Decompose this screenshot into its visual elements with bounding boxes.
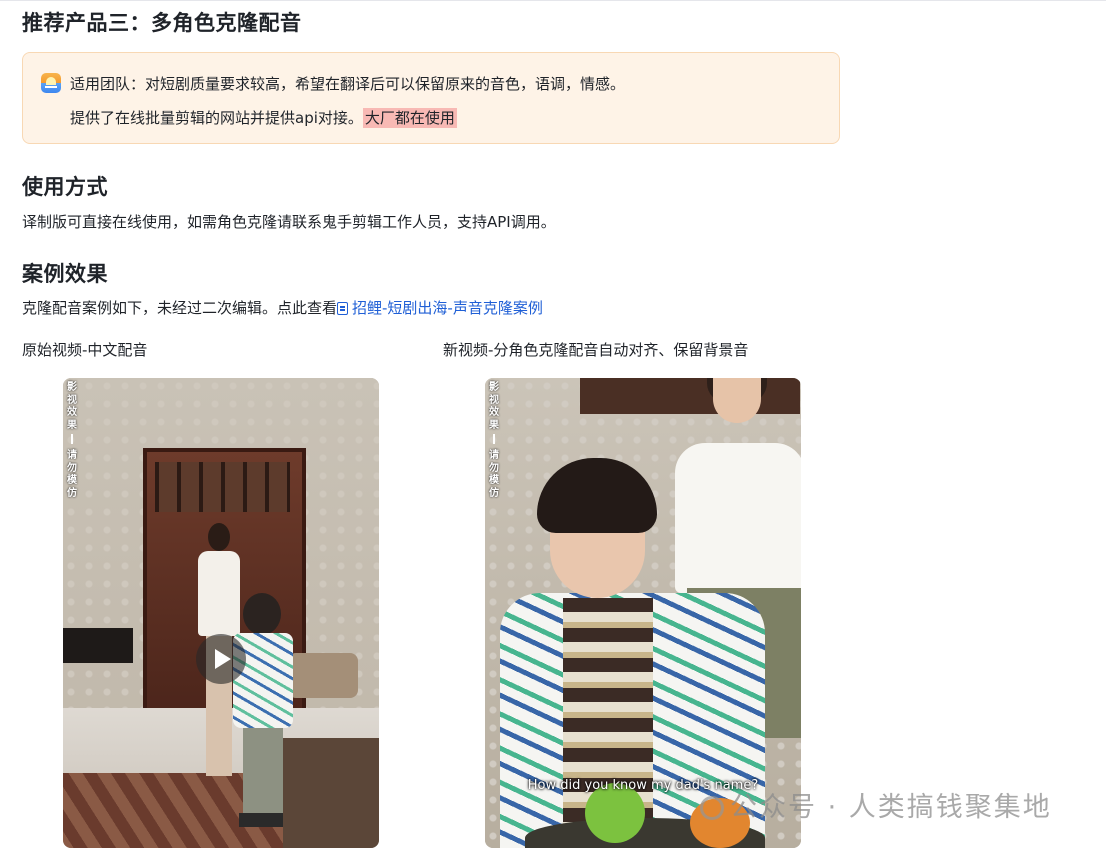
sunrise-icon bbox=[41, 73, 61, 93]
video-overlay-text-top: 影视效果 bbox=[489, 382, 499, 431]
watermark: 公众号 · 人类搞钱聚集地 bbox=[700, 785, 1052, 824]
scene-table bbox=[283, 738, 379, 848]
play-button[interactable] bbox=[196, 634, 246, 684]
watermark-text: 公众号 · 人类搞钱聚集地 bbox=[730, 792, 1052, 823]
callout-box: 适用团队：对短剧质量要求较高，希望在翻译后可以保留原来的音色，语调，情感。 提供… bbox=[22, 52, 840, 144]
wechat-logo-icon bbox=[700, 796, 724, 820]
case-doc-link-label: 招鲤-短剧出海-声音克隆案例 bbox=[352, 299, 543, 317]
top-divider bbox=[0, 0, 1106, 1]
cases-text-prefix: 克隆配音案例如下，未经过二次编辑。点此查看 bbox=[22, 299, 338, 317]
scene-sofa bbox=[288, 653, 358, 698]
video-caption-new: 新视频-分角色克隆配音自动对齐、保留背景音 bbox=[443, 341, 749, 359]
doc-icon bbox=[337, 302, 349, 315]
callout-line2: 提供了在线批量剪辑的网站并提供api对接。 大厂都在使用 bbox=[70, 107, 457, 128]
cases-heading: 案例效果 bbox=[22, 262, 108, 286]
video-player-new[interactable]: 影视效果 请勿模仿 How did you know my dad's name… bbox=[485, 378, 801, 848]
overlay-divider bbox=[71, 434, 73, 444]
video-overlay-text-bottom: 请勿模仿 bbox=[489, 450, 499, 499]
usage-heading: 使用方式 bbox=[22, 175, 108, 199]
callout-line1: 适用团队：对短剧质量要求较高，希望在翻译后可以保留原来的音色，语调，情感。 bbox=[70, 75, 626, 93]
video-overlay-text-bottom: 请勿模仿 bbox=[67, 450, 77, 499]
case-doc-link[interactable]: 招鲤-短剧出海-声音克隆案例 bbox=[337, 299, 543, 317]
video-player-original[interactable]: 影视效果 请勿模仿 bbox=[63, 378, 379, 848]
overlay-divider bbox=[493, 434, 495, 444]
callout-line2-text: 提供了在线批量剪辑的网站并提供api对接。 bbox=[70, 109, 363, 127]
video-caption-original: 原始视频-中文配音 bbox=[22, 341, 148, 359]
highlighted-text: 大厂都在使用 bbox=[362, 108, 457, 128]
scene-piano bbox=[63, 628, 133, 663]
section-title: 推荐产品三：多角色克隆配音 bbox=[22, 11, 302, 35]
cases-text: 克隆配音案例如下，未经过二次编辑。点此查看 招鲤-短剧出海-声音克隆案例 bbox=[22, 297, 543, 318]
usage-text: 译制版可直接在线使用，如需角色克隆请联系鬼手剪辑工作人员，支持API调用。 bbox=[22, 213, 556, 231]
video-overlay-text-top: 影视效果 bbox=[67, 382, 77, 431]
